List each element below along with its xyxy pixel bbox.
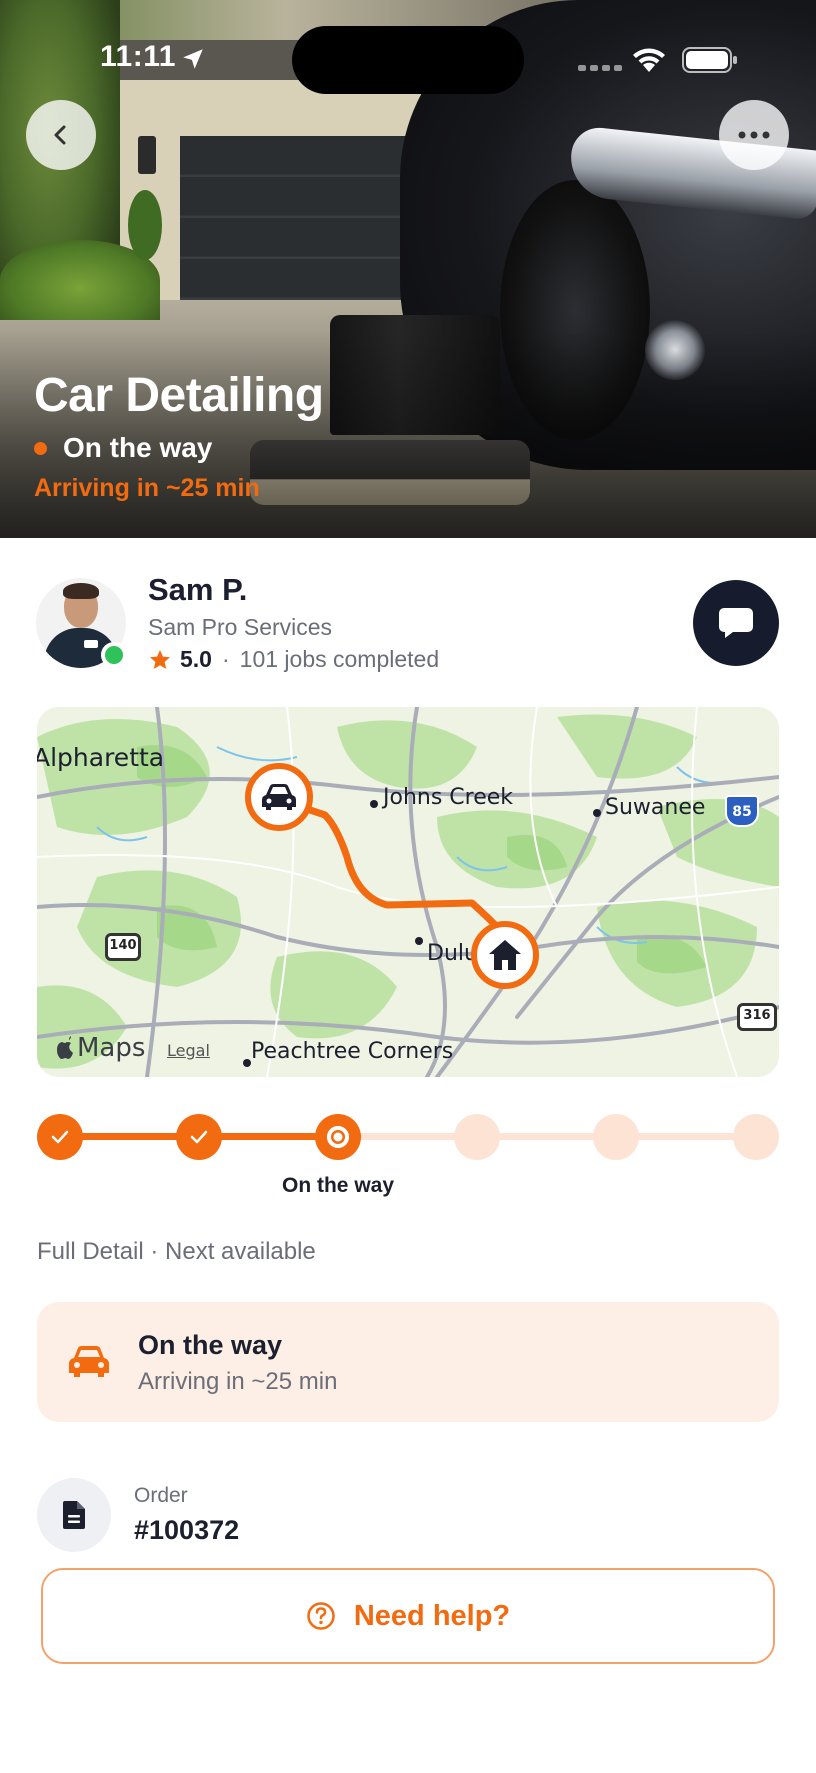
map-label-peachtree-corners: Peachtree Corners <box>251 1039 454 1064</box>
order-label: Order <box>134 1484 188 1507</box>
map-dot-suwanee <box>593 809 601 817</box>
chat-button[interactable] <box>693 580 779 666</box>
map-label-suwanee: Suwanee <box>605 795 706 820</box>
map-label-alpharetta: Alpharetta <box>37 743 165 772</box>
interstate-85-sign: 85 <box>725 795 759 827</box>
progress-current-label: On the way <box>281 1174 395 1197</box>
battery-icon <box>682 47 737 73</box>
progress-step-5 <box>593 1114 639 1160</box>
map-dot-peachtree <box>243 1059 251 1067</box>
dynamic-island <box>292 26 524 94</box>
provider-name: Sam P. <box>148 572 248 607</box>
chat-bubble-icon <box>719 608 753 638</box>
status-card: On the way Arriving in ~25 min <box>37 1302 779 1422</box>
highway-140-sign: 140 <box>105 933 141 961</box>
status-card-subtitle: Arriving in ~25 min <box>138 1368 338 1395</box>
provider-rating: 5.0 <box>180 646 212 672</box>
hero-status-text: On the way <box>63 432 213 463</box>
highway-316-sign: 316 <box>737 1003 777 1031</box>
need-help-label: Need help? <box>353 1599 511 1632</box>
map-label-johns-creek: Johns Creek <box>383 785 514 810</box>
map-dot-johns-creek <box>370 800 378 808</box>
wifi-icon <box>633 48 665 72</box>
provider-meta: 5.0 · 101 jobs completed <box>148 646 439 673</box>
document-icon <box>63 1501 85 1529</box>
progress-step-2 <box>176 1114 222 1160</box>
service-summary: Full Detail · Next available <box>37 1238 316 1265</box>
location-arrow-icon <box>183 49 203 69</box>
back-button[interactable] <box>26 100 96 170</box>
status-card-title: On the way <box>138 1330 283 1360</box>
status-dot-icon <box>34 441 47 455</box>
provider-jobs: 101 jobs completed <box>239 646 440 672</box>
order-number: #100372 <box>134 1515 240 1545</box>
question-circle-icon <box>307 1602 335 1630</box>
page-title: Car Detailing <box>34 369 324 422</box>
map-dot-duluth <box>415 937 423 945</box>
progress-step-3-current <box>315 1114 361 1160</box>
ellipsis-icon <box>738 131 770 139</box>
more-options-button[interactable] <box>719 100 789 170</box>
home-icon <box>489 940 521 970</box>
hero-eta: Arriving in ~25 min <box>34 474 260 502</box>
progress-step-4 <box>454 1114 500 1160</box>
status-time: 11:11 <box>100 40 176 73</box>
progress-track-remaining <box>338 1133 756 1140</box>
route-map[interactable]: Alpharetta Johns Creek Suwanee Duluth Pe… <box>37 707 779 1077</box>
maps-brand-text: Maps <box>77 1033 146 1063</box>
provider-car-pin[interactable] <box>245 763 313 831</box>
progress-step-1 <box>37 1114 83 1160</box>
hero-status: On the way <box>34 432 212 464</box>
online-indicator <box>101 642 127 668</box>
destination-home-pin[interactable] <box>471 921 539 989</box>
cellular-signal-icon <box>578 65 622 71</box>
status-bar: 11:11 <box>0 0 816 120</box>
check-icon <box>51 1130 69 1144</box>
provider-company: Sam Pro Services <box>148 614 333 640</box>
apple-maps-logo: Maps <box>55 1033 145 1063</box>
meta-separator: · <box>221 646 230 672</box>
order-icon-badge <box>37 1478 111 1552</box>
car-icon <box>262 784 296 810</box>
current-step-ring-icon <box>327 1126 349 1148</box>
car-icon <box>69 1346 109 1377</box>
chevron-left-icon <box>54 125 66 145</box>
progress-step-6 <box>733 1114 779 1160</box>
check-icon <box>190 1130 208 1144</box>
map-legal-link[interactable]: Legal <box>167 1041 210 1060</box>
apple-logo-icon <box>57 1036 73 1059</box>
need-help-button[interactable]: Need help? <box>41 1568 775 1664</box>
star-icon <box>150 649 170 669</box>
progress-tracker <box>37 1114 779 1160</box>
